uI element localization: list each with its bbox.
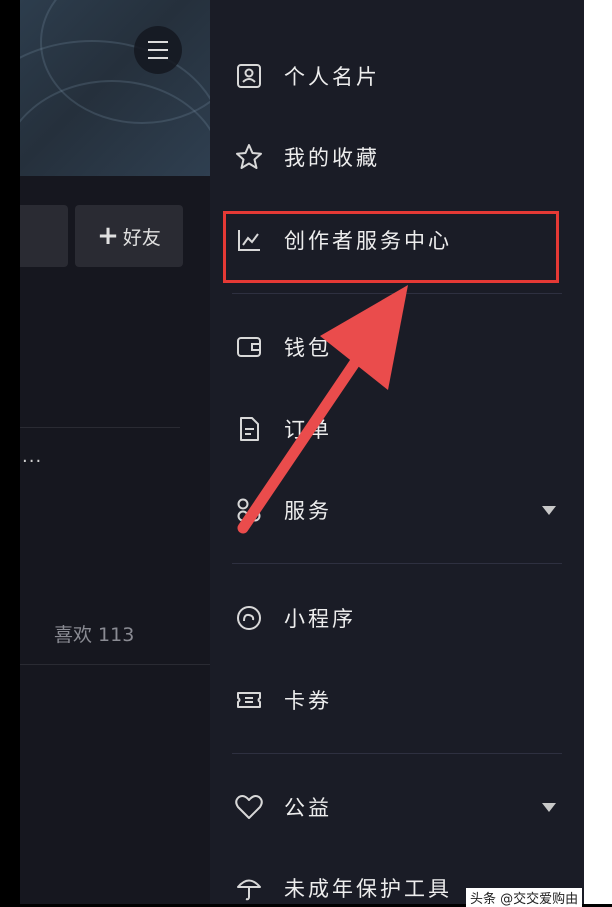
drawer-item-coupons[interactable]: 卡券	[210, 676, 584, 724]
profile-page-background: + 好友 ... 喜欢 113	[20, 0, 210, 904]
edit-profile-button[interactable]	[20, 205, 68, 267]
drawer-item-mini-programs[interactable]: 小程序	[210, 594, 584, 642]
drawer-item-label: 订单	[284, 418, 332, 442]
mini-program-icon	[234, 603, 264, 633]
ticket-icon	[234, 685, 264, 715]
drawer-item-favorites[interactable]: 我的收藏	[210, 133, 584, 181]
umbrella-icon	[234, 873, 264, 903]
drawer-item-label: 钱包	[284, 336, 332, 360]
divider	[20, 427, 180, 428]
star-icon	[234, 142, 264, 172]
heart-icon	[234, 792, 264, 822]
drawer-item-services[interactable]: 服务	[210, 486, 584, 534]
side-drawer: 个人名片 我的收藏 创作者服务中心 钱包 订单 服务 小程序 卡券 公益 未成年…	[210, 0, 584, 904]
drawer-item-label: 卡券	[284, 689, 332, 713]
add-friend-label: 好友	[122, 226, 161, 249]
drawer-item-label: 我的收藏	[284, 146, 380, 170]
watermark: 头条 @交交爱购由	[466, 888, 583, 907]
drawer-item-label: 个人名片	[284, 65, 380, 89]
divider	[20, 664, 210, 665]
app-screen: + 好友 ... 喜欢 113 个人名片 我的收藏 创作者服务中心 钱包 订单 …	[20, 0, 584, 904]
document-icon	[234, 414, 264, 444]
divider	[232, 753, 562, 754]
drawer-item-label: 未成年保护工具	[284, 877, 452, 901]
likes-tab[interactable]: 喜欢 113	[54, 620, 134, 647]
chevron-down-icon[interactable]	[542, 802, 556, 812]
drawer-item-label: 公益	[284, 796, 332, 820]
drawer-item-wallet[interactable]: 钱包	[210, 323, 584, 371]
id-card-icon	[234, 61, 264, 91]
drawer-item-charity[interactable]: 公益	[210, 783, 584, 831]
plus-icon: +	[97, 221, 119, 251]
screenshot-border	[584, 0, 612, 904]
services-icon	[234, 495, 264, 525]
divider	[232, 293, 562, 294]
menu-button[interactable]	[134, 26, 182, 74]
drawer-item-orders[interactable]: 订单	[210, 405, 584, 453]
drawer-item-label: 服务	[284, 499, 332, 523]
divider	[232, 563, 562, 564]
profile-cover-image	[20, 0, 210, 176]
hamburger-icon	[148, 38, 168, 62]
creator-center-highlight-box	[223, 211, 559, 283]
add-friend-button[interactable]: + 好友	[75, 205, 183, 267]
chevron-down-icon[interactable]	[542, 505, 556, 515]
more-dots[interactable]: ...	[22, 446, 42, 467]
drawer-item-business-card[interactable]: 个人名片	[210, 52, 584, 100]
wallet-icon	[234, 332, 264, 362]
drawer-item-label: 小程序	[284, 607, 356, 631]
